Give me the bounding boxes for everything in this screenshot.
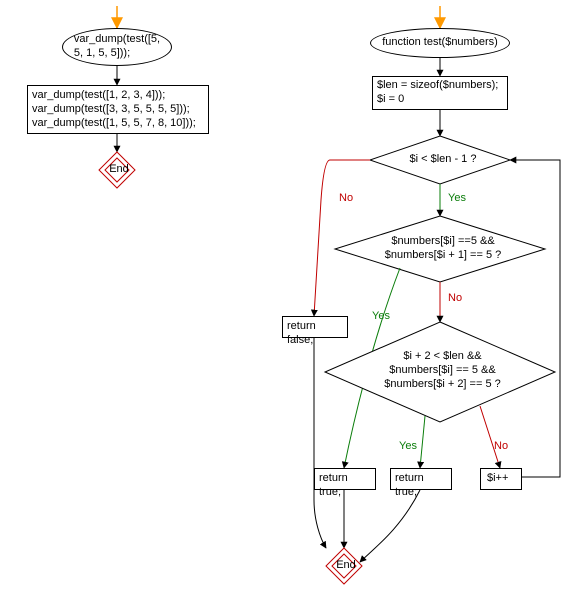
return-true1-rect: return true; xyxy=(314,468,376,490)
edge-no-skip: No xyxy=(494,440,508,452)
init-rect-text: $len = sizeof($numbers); $i = 0 xyxy=(377,79,498,105)
decision-skip-text: $i + 2 < $len && $numbers[$i] == 5 && $n… xyxy=(375,350,510,391)
end-label-right: End xyxy=(334,559,358,573)
edge-yes-adj: Yes xyxy=(372,310,390,322)
edge-no-loop: No xyxy=(339,192,353,204)
decision-adjacent-text: $numbers[$i] ==5 && $numbers[$i + 1] == … xyxy=(378,235,508,263)
edge-yes-skip: Yes xyxy=(399,440,417,452)
edge-no-adj: No xyxy=(448,292,462,304)
return-false-rect: return false; xyxy=(282,316,348,338)
start-node-right: function test($numbers) xyxy=(370,28,510,58)
edge-yes-loop: Yes xyxy=(448,192,466,204)
inc-rect: $i++ xyxy=(480,468,522,490)
inc-text: $i++ xyxy=(487,472,508,484)
return-true2-rect: return true; xyxy=(390,468,452,490)
start-node-right-text: function test($numbers) xyxy=(382,36,498,50)
start-node-left: var_dump(test([5, 5, 1, 5, 5])); xyxy=(62,28,172,66)
caller-rect: var_dump(test([1, 2, 3, 4])); var_dump(t… xyxy=(27,85,209,134)
end-label-left: End xyxy=(107,163,131,177)
start-node-left-text: var_dump(test([5, 5, 1, 5, 5])); xyxy=(74,33,160,61)
decision-loop-text: $i < $len - 1 ? xyxy=(403,153,483,167)
init-rect: $len = sizeof($numbers); $i = 0 xyxy=(372,76,508,110)
caller-rect-text: var_dump(test([1, 2, 3, 4])); var_dump(t… xyxy=(32,89,196,129)
return-false-text: return false; xyxy=(287,320,316,346)
